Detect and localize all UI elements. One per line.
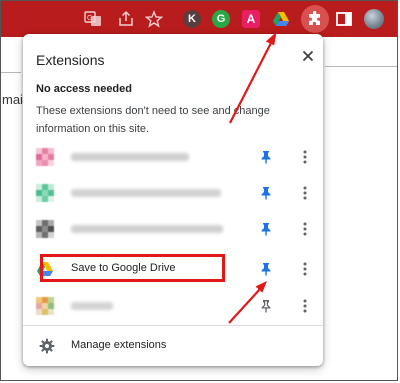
pin-icon — [261, 187, 271, 200]
manage-extensions-label: Manage extensions — [71, 339, 167, 351]
extension-row[interactable] — [23, 288, 323, 324]
svg-text:G: G — [87, 15, 92, 22]
more-options-button[interactable] — [295, 147, 315, 167]
highlight-box — [40, 254, 225, 282]
share-icon[interactable] — [114, 1, 138, 37]
more-vert-icon — [303, 299, 307, 313]
more-options-button[interactable] — [295, 296, 315, 316]
more-vert-icon — [303, 186, 307, 200]
close-button[interactable] — [298, 46, 318, 66]
section-title: No access needed — [36, 83, 132, 95]
extensions-popup: Extensions No access needed These extens… — [23, 34, 323, 366]
pin-button[interactable] — [256, 219, 276, 239]
extension-name-blurred — [71, 302, 113, 310]
page-divider-right — [325, 66, 398, 67]
blurred-green-icon — [36, 184, 54, 202]
more-vert-icon — [303, 262, 307, 276]
gear-icon — [39, 338, 55, 354]
pin-button[interactable] — [256, 259, 276, 279]
more-options-button[interactable] — [295, 183, 315, 203]
pin-button[interactable] — [256, 147, 276, 167]
extension-g-icon[interactable]: G — [209, 1, 233, 37]
google-drive-icon[interactable] — [269, 1, 293, 37]
extension-row[interactable] — [23, 175, 323, 211]
pin-icon — [261, 151, 271, 164]
browser-toolbar: G K G A — [1, 1, 398, 37]
extensions-puzzle-icon[interactable] — [301, 1, 329, 37]
page-divider — [1, 72, 21, 73]
more-vert-icon — [303, 222, 307, 236]
pin-button[interactable] — [256, 183, 276, 203]
more-vert-icon — [303, 150, 307, 164]
extension-name-blurred — [71, 189, 221, 197]
popup-title: Extensions — [36, 52, 105, 68]
section-description: These extensions don't need to see and c… — [36, 105, 270, 135]
translate-icon[interactable]: G — [81, 1, 105, 37]
manage-extensions-button[interactable]: Manage extensions — [23, 326, 323, 366]
pin-outline-icon — [261, 300, 271, 313]
extension-name-blurred — [71, 153, 189, 161]
extension-name-blurred — [71, 225, 223, 233]
more-options-button[interactable] — [295, 259, 315, 279]
pin-icon — [261, 223, 271, 236]
extension-k-icon[interactable]: K — [180, 1, 204, 37]
bookmark-star-icon[interactable] — [142, 1, 166, 37]
more-options-button[interactable] — [295, 219, 315, 239]
blurred-pink-icon — [36, 148, 54, 166]
blurred-multicolor-icon — [36, 297, 54, 315]
blurred-gray-icon — [36, 220, 54, 238]
side-panel-icon[interactable] — [332, 1, 356, 37]
extension-row[interactable] — [23, 211, 323, 247]
extension-a-icon[interactable]: A — [239, 1, 263, 37]
extension-row[interactable] — [23, 139, 323, 175]
close-icon — [302, 50, 314, 62]
pin-icon — [261, 263, 271, 276]
profile-avatar[interactable] — [362, 1, 386, 37]
pin-button[interactable] — [256, 296, 276, 316]
